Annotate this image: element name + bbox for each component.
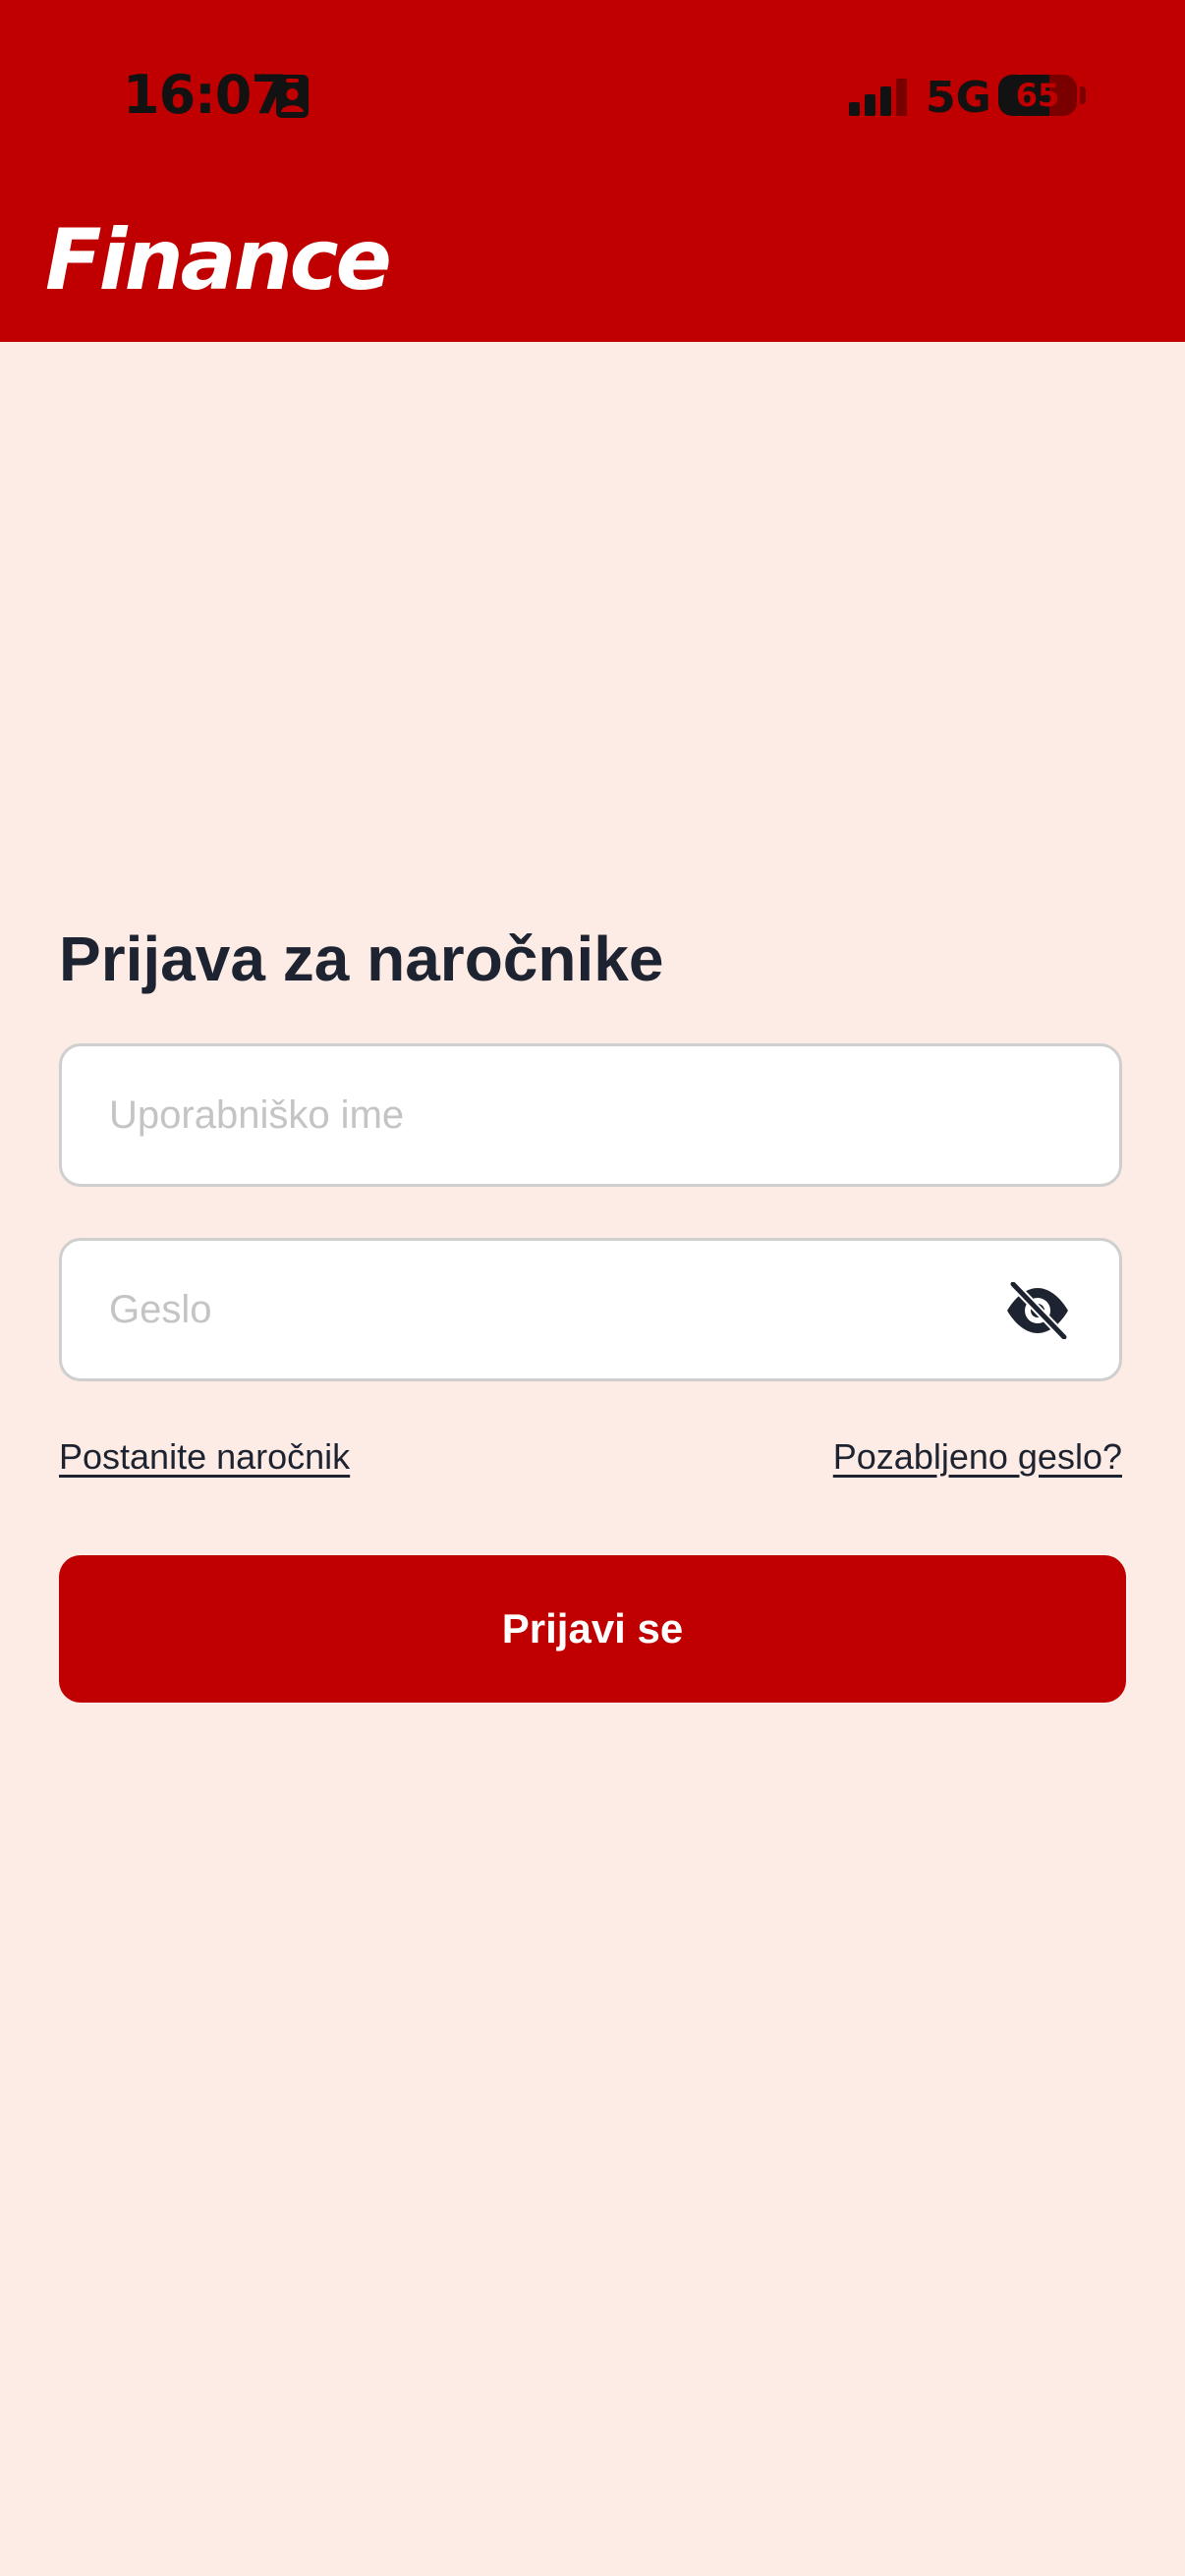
forgot-password-link[interactable]: Pozabljeno geslo? — [833, 1432, 1122, 1482]
cellular-signal-icon — [849, 79, 907, 116]
subscribe-link[interactable]: Postanite naročnik — [59, 1432, 350, 1482]
finance-logo: Finance — [45, 211, 392, 309]
network-type: 5G — [926, 73, 991, 123]
login-button[interactable]: Prijavi se — [59, 1555, 1126, 1703]
status-time: 16:07 — [123, 64, 288, 126]
eye-off-icon[interactable] — [1003, 1282, 1072, 1339]
battery-level: 65 — [1015, 77, 1060, 114]
app-header: 16:07 5G 65 Finance — [0, 0, 1185, 342]
password-input[interactable] — [109, 1241, 993, 1378]
contact-card-icon — [276, 75, 309, 118]
username-field[interactable] — [59, 1043, 1122, 1187]
page-title: Prijava za naročnike — [59, 924, 664, 994]
battery-cap — [1080, 86, 1086, 104]
password-field[interactable] — [59, 1238, 1122, 1381]
username-input[interactable] — [109, 1046, 993, 1184]
battery-indicator: 65 — [998, 75, 1077, 116]
